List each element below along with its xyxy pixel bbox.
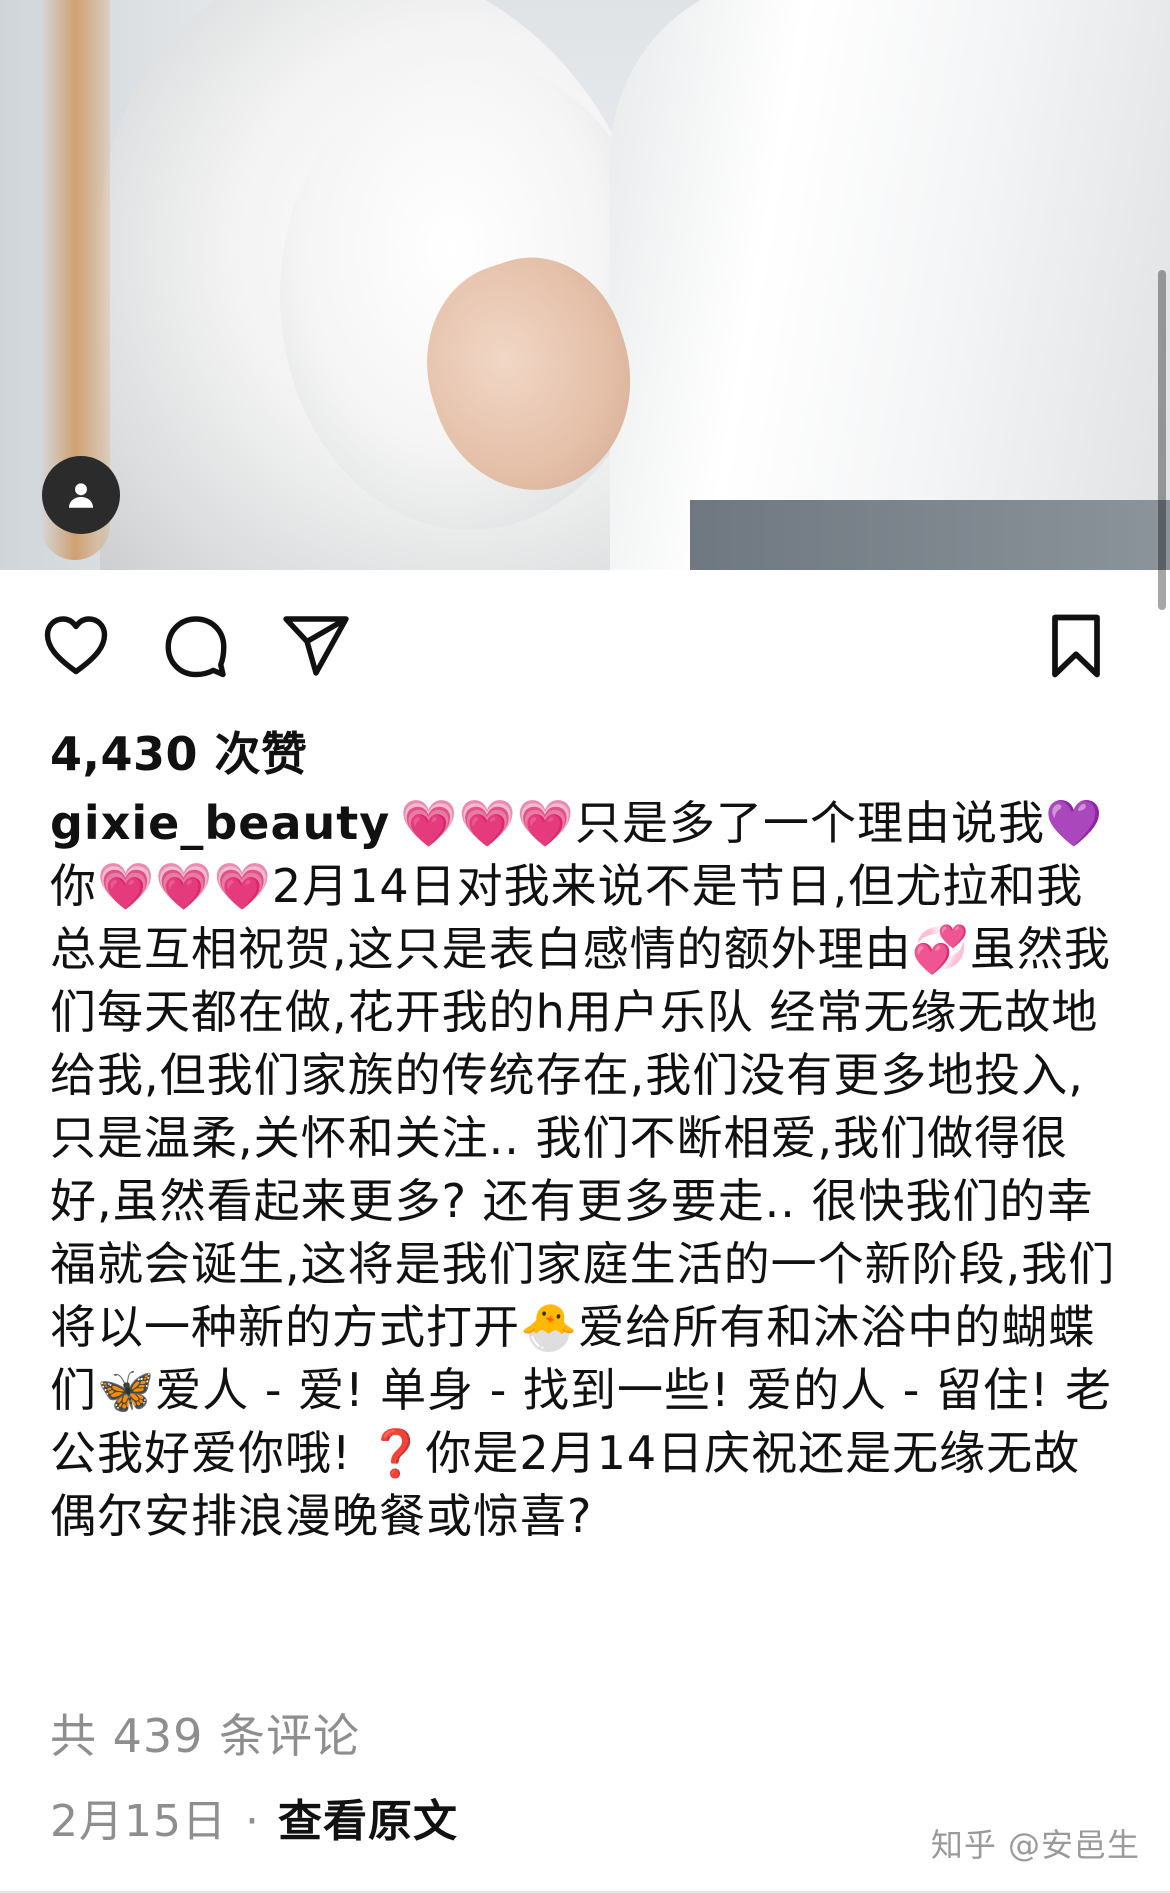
save-button[interactable] (1040, 610, 1112, 682)
comment-button[interactable] (160, 610, 232, 682)
photo-shirt (610, 0, 1170, 570)
tagged-users-button[interactable] (42, 456, 120, 534)
post-meta: 2月15日 · 查看原文 (50, 1785, 458, 1849)
like-button[interactable] (40, 610, 112, 682)
bookmark-icon (1052, 614, 1100, 678)
post-date: 2月15日 (50, 1796, 227, 1847)
action-bar (0, 600, 1170, 690)
share-button[interactable] (280, 610, 352, 682)
likes-count[interactable]: 4,430 次赞 (50, 718, 308, 784)
username-link[interactable]: gixie_beauty (50, 796, 390, 850)
heart-icon (44, 616, 108, 675)
separator-dot: · (244, 1796, 260, 1847)
post-caption: gixie_beauty 💗💗💗只是多了一个理由说我💜你💗💗💗2月14日对我来说不… (50, 792, 1120, 1548)
post-photo[interactable] (0, 0, 1170, 570)
view-original-button[interactable]: 查看原文 (278, 1796, 458, 1847)
scrollbar[interactable] (1158, 270, 1166, 610)
caption-text: 💗💗💗只是多了一个理由说我💜你💗💗💗2月14日对我来说不是节日,但尤拉和我总是互… (50, 796, 1116, 1543)
watermark: 知乎 @安邑生 (930, 1826, 1140, 1864)
comment-bubble-icon (165, 616, 227, 678)
send-icon (283, 616, 349, 676)
photo-jeans (690, 500, 1170, 570)
user-avatar-icon (68, 483, 94, 508)
view-comments-link[interactable]: 共 439 条评论 (50, 1700, 360, 1766)
